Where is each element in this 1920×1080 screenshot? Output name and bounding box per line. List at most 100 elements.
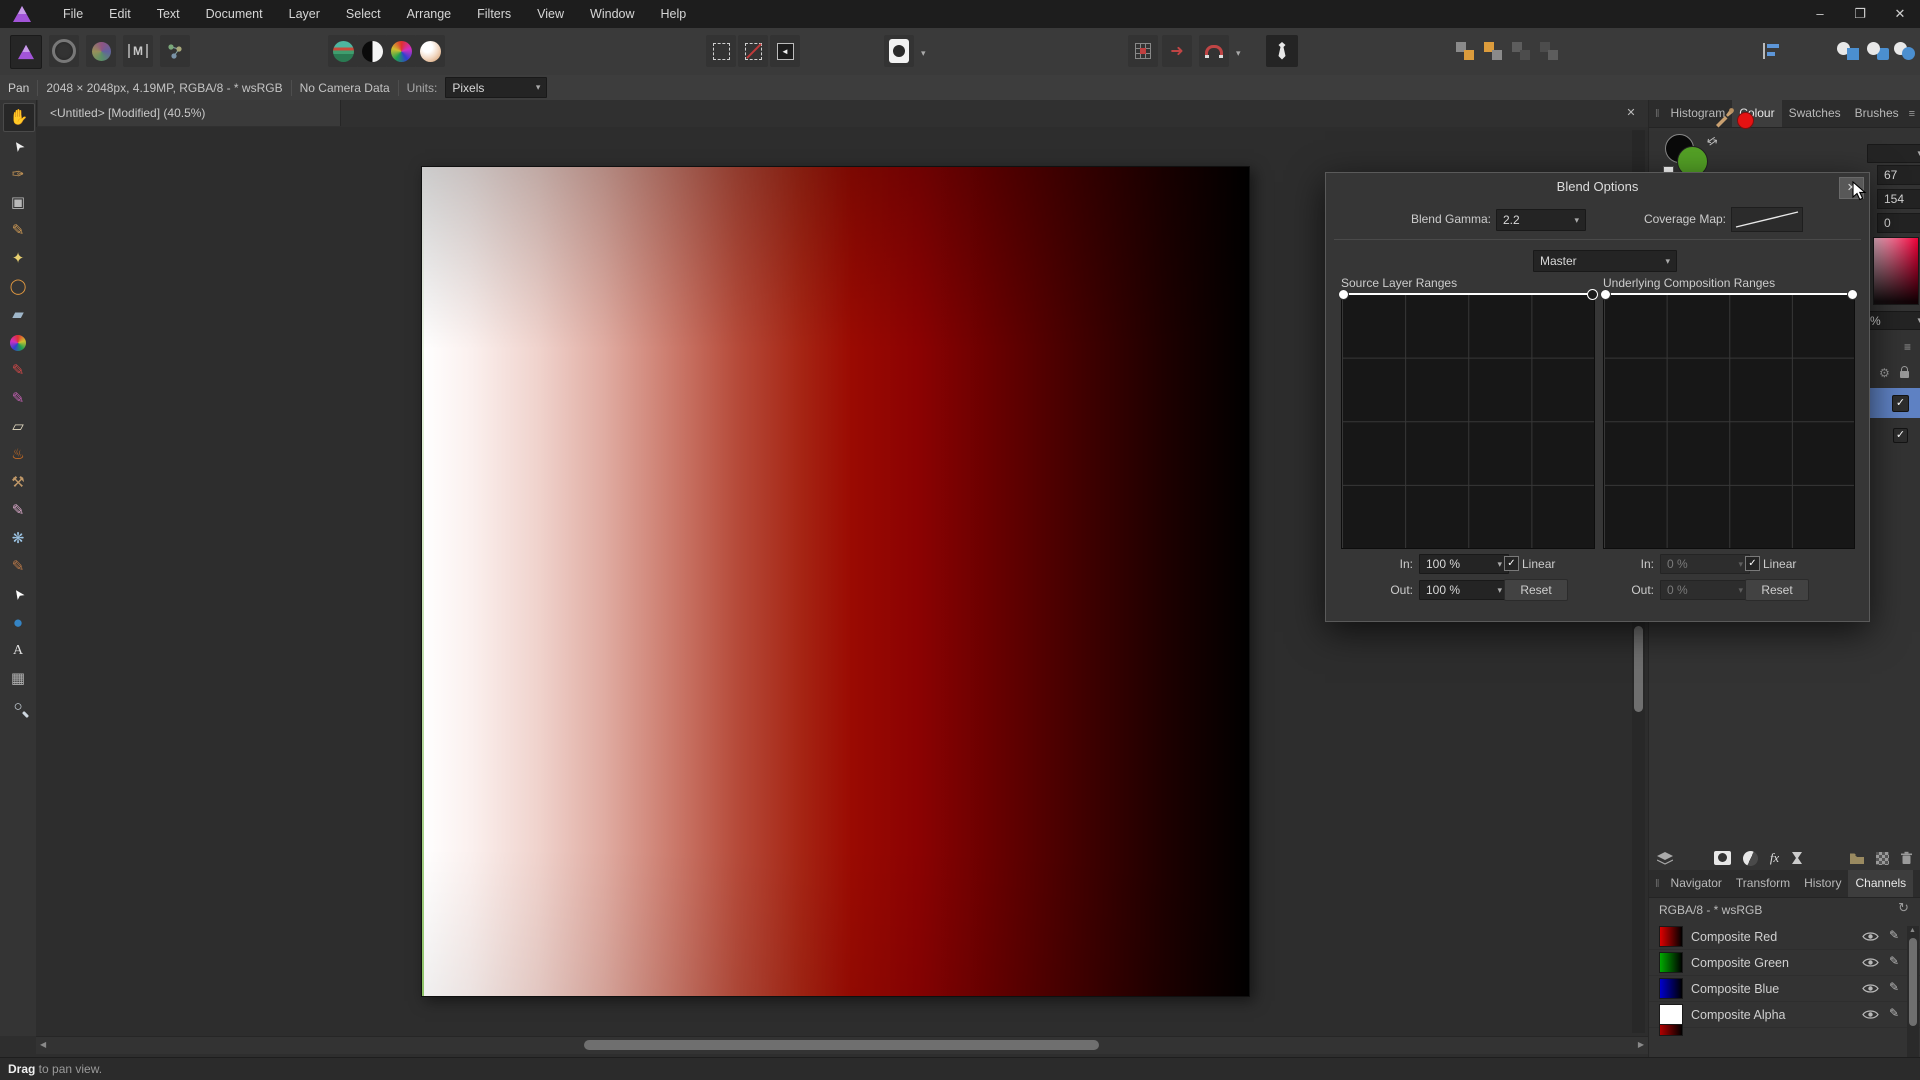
underlying-curve-node-right[interactable] [1847,289,1858,300]
menu-edit[interactable]: Edit [96,0,144,28]
layers-menu-icon[interactable]: ≡ [1904,340,1911,354]
tone-mapping-persona-button[interactable]: M [123,35,153,67]
develop-persona-button[interactable] [86,35,116,67]
scroll-right-icon[interactable]: ▶ [1638,1040,1644,1049]
source-curve-node-left[interactable] [1338,289,1349,300]
editable-pencil-icon[interactable]: ✎ [1889,954,1899,968]
horizontal-scrollbar-thumb[interactable] [584,1040,1099,1050]
snapping-button[interactable] [1199,35,1229,67]
tool-crop[interactable]: ▣ [3,189,33,216]
visibility-eye-icon[interactable] [1862,957,1879,971]
auto-levels-button[interactable] [328,35,358,67]
close-window-button[interactable]: ✕ [1880,0,1920,28]
menu-filters[interactable]: Filters [464,0,524,28]
move-to-front-button[interactable] [1452,35,1478,67]
boolean-subtract-button[interactable] [1864,35,1892,67]
channels-refresh-icon[interactable]: ↻ [1898,900,1909,916]
panel-grip-icon[interactable]: ‖ [1655,108,1660,120]
tab-history[interactable]: History [1797,870,1848,897]
trash-icon[interactable] [1900,851,1913,865]
menu-select[interactable]: Select [333,0,394,28]
opacity-dropdown[interactable]: % ▾ [1863,311,1920,330]
editable-pencil-icon[interactable]: ✎ [1889,928,1899,942]
tool-smudge[interactable]: ✎ [3,497,33,524]
boolean-intersect-button[interactable] [1892,35,1918,67]
layer-settings-gear-icon[interactable]: ⚙ [1879,366,1890,380]
colour-model-dropdown[interactable]: ▾ [1867,144,1920,163]
live-filter-icon[interactable] [1791,851,1803,865]
menu-view[interactable]: View [524,0,577,28]
editable-pencil-icon[interactable]: ✎ [1889,1006,1899,1020]
visibility-eye-icon[interactable] [1862,931,1879,945]
move-forward-button[interactable] [1480,35,1506,67]
restore-button[interactable]: ❐ [1840,0,1880,28]
menu-help[interactable]: Help [648,0,700,28]
photo-persona-button[interactable] [10,35,42,69]
source-linear-checkbox[interactable]: ✓ [1504,556,1519,571]
menu-text[interactable]: Text [144,0,193,28]
canvas[interactable] [421,166,1250,997]
tool-freehand-selection[interactable]: ◯ [3,273,33,300]
source-ranges-graph[interactable] [1341,293,1595,549]
underlying-linear-checkbox[interactable]: ✓ [1745,556,1760,571]
panel-menu-icon[interactable]: ≡ [1909,108,1915,120]
force-pixel-alignment-button[interactable]: ➜ [1162,35,1192,67]
layer-effects-icon[interactable]: fx [1770,850,1779,866]
snapping-caret-icon[interactable]: ▾ [1236,48,1241,59]
tool-node[interactable]: ➤ [3,581,33,608]
minimize-button[interactable]: – [1800,0,1840,28]
tool-colour-picker[interactable]: ✑ [3,161,33,188]
tool-flood-fill[interactable]: ▰ [3,301,33,328]
tab-navigator[interactable]: Navigator [1664,870,1729,897]
menu-window[interactable]: Window [577,0,647,28]
panel-grip-icon[interactable]: ‖ [1655,878,1660,890]
preferences-assistant-button[interactable] [1266,35,1298,67]
dialog-close-button[interactable]: ✕ [1839,177,1864,199]
tool-view[interactable]: ✋ [3,103,35,132]
layer-visibility-checkbox[interactable]: ✓ [1892,395,1909,412]
underlying-out-dropdown[interactable]: 0 % ▾ [1660,580,1750,600]
mask-layer-icon[interactable] [1714,851,1731,865]
scroll-left-icon[interactable]: ◀ [40,1040,46,1049]
tool-flood-select[interactable]: ✦ [3,245,33,272]
source-curve-node-right[interactable] [1587,289,1598,300]
tool-clone-stamp[interactable]: ⚒ [3,469,33,496]
document-tab[interactable]: <Untitled> [Modified] (40.5%) [38,100,341,126]
picked-colour-swatch[interactable] [1737,112,1754,129]
tab-channels[interactable]: Channels [1848,870,1913,897]
layers-stack-icon[interactable] [1657,852,1673,865]
assistant-button[interactable] [884,35,914,67]
colour-value-field-2[interactable]: 154 [1877,189,1920,209]
close-document-icon[interactable]: ✕ [1622,104,1640,122]
tool-paint-brush[interactable]: ✎ [3,357,33,384]
move-to-back-button[interactable] [1536,35,1562,67]
alignment-button[interactable] [1758,35,1786,67]
menu-layer[interactable]: Layer [276,0,333,28]
tool-blur[interactable]: ❋ [3,525,33,552]
vertical-scrollbar-thumb[interactable] [1634,626,1643,712]
source-in-dropdown[interactable]: 100 % ▾ [1419,554,1509,574]
subtract-selection-mode-button[interactable] [738,35,768,67]
show-grid-button[interactable] [1128,35,1158,67]
tool-shape[interactable]: ● [3,609,33,636]
tool-gradient[interactable] [3,329,33,356]
adjustment-layer-icon[interactable] [1740,848,1760,868]
tool-zoom[interactable]: ○ [3,693,33,720]
intersect-selection-mode-button[interactable]: ◄ [770,35,800,67]
horizontal-scrollbar[interactable]: ◀ ▶ [36,1036,1648,1054]
channel-row[interactable]: Composite Green✎ [1649,950,1920,976]
channel-selector-dropdown[interactable]: Master ▾ [1533,250,1677,272]
colour-picker-icon[interactable] [1713,106,1735,128]
tool-mesh-warp[interactable]: ▦ [3,665,33,692]
source-out-dropdown[interactable]: 100 % ▾ [1419,580,1509,600]
menu-file[interactable]: File [50,0,96,28]
tool-text[interactable]: A [3,637,33,664]
channel-row[interactable]: Composite Red✎ [1649,924,1920,950]
channel-row[interactable]: Composite Alpha✎ [1649,1002,1920,1028]
visibility-eye-icon[interactable] [1862,983,1879,997]
tool-inpainting-brush[interactable]: ✎ [3,553,33,580]
tab-transform[interactable]: Transform [1729,870,1797,897]
underlying-in-dropdown[interactable]: 0 % ▾ [1660,554,1750,574]
auto-colour-button[interactable] [386,35,416,67]
underlying-reset-button[interactable]: Reset [1745,579,1809,601]
